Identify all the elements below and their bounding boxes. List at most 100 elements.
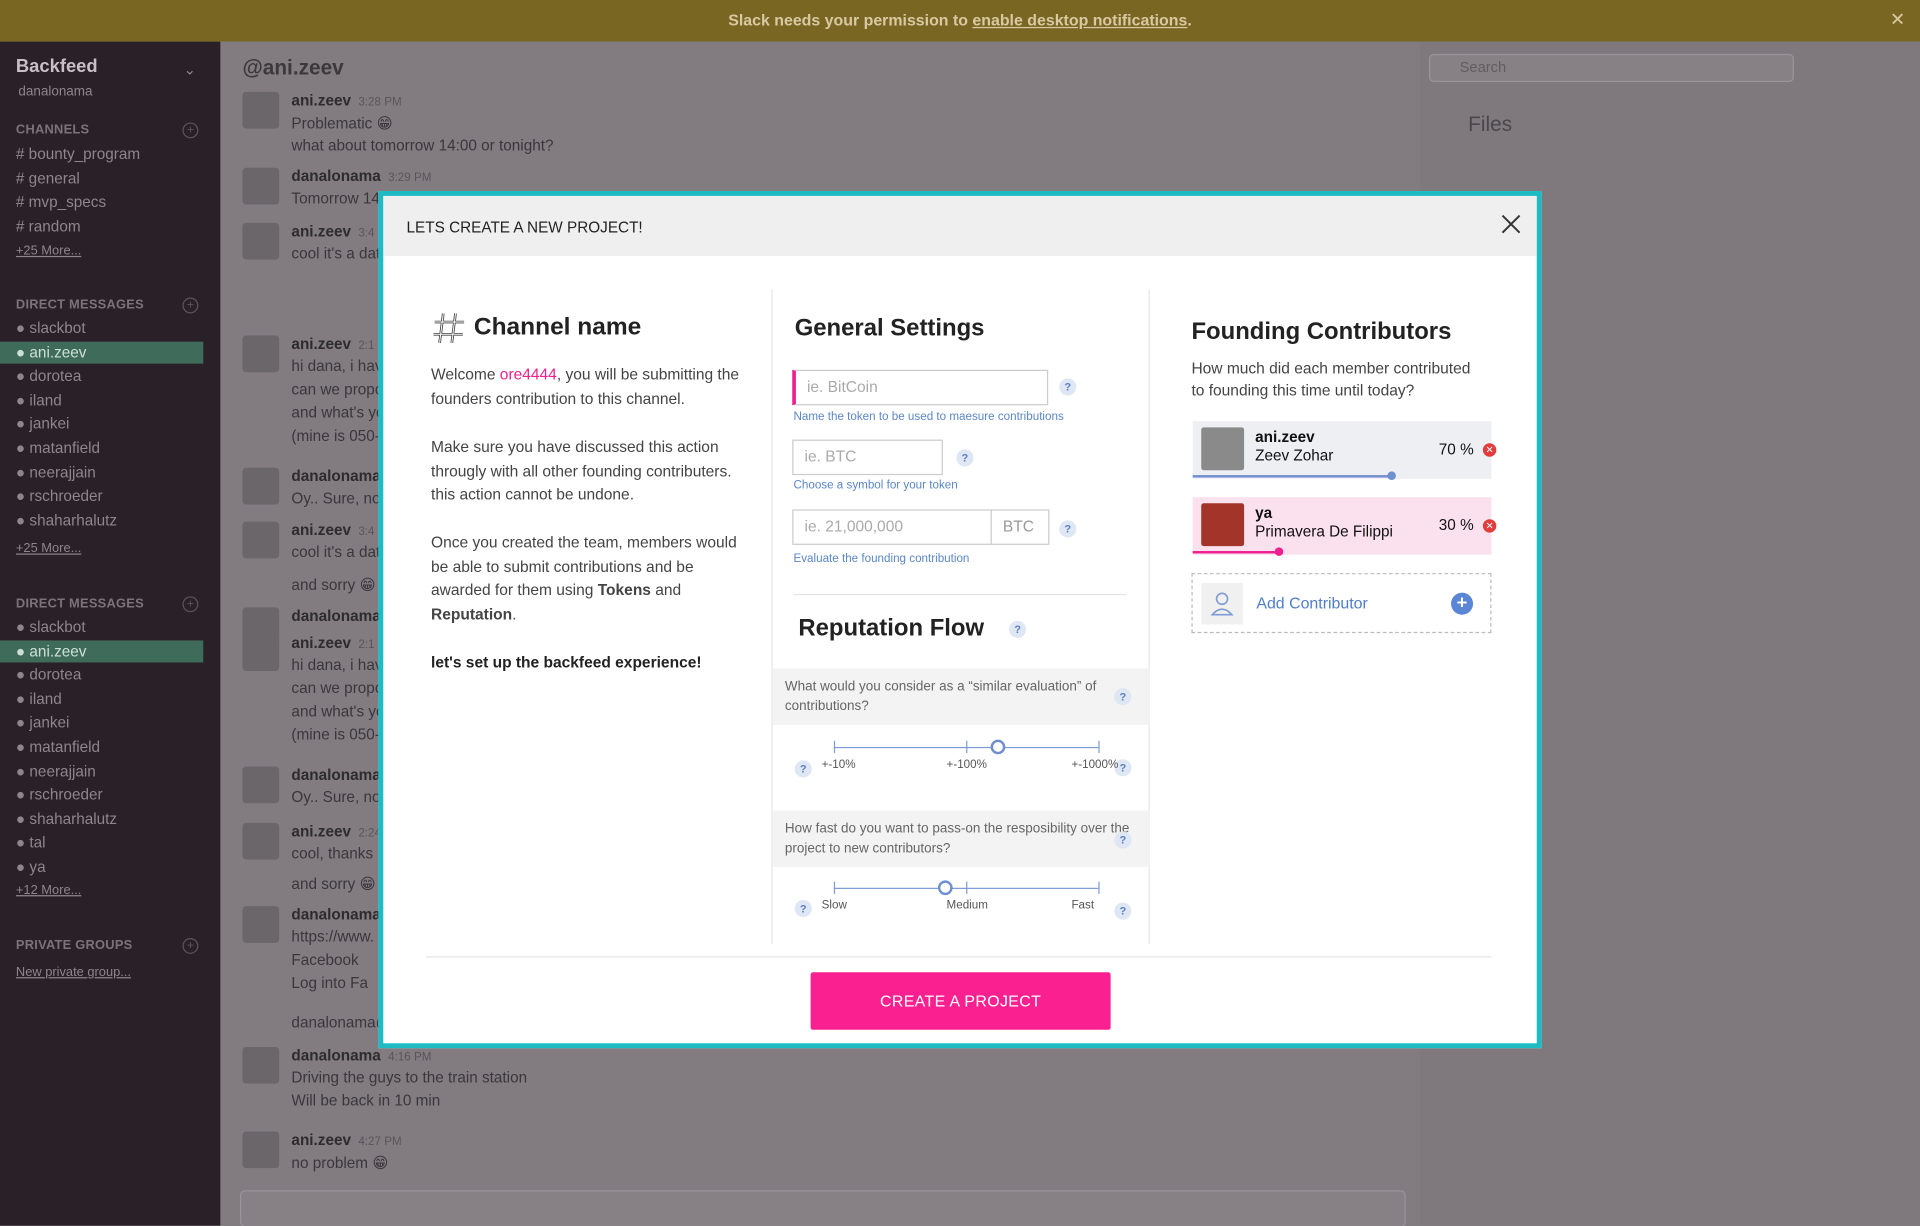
- message-line: Log into Fa: [291, 974, 369, 992]
- avatar[interactable]: [242, 906, 280, 943]
- message-author[interactable]: danalonama 4:16 PM: [291, 1047, 431, 1064]
- message-author[interactable]: ani.zeev 3:4: [291, 223, 374, 240]
- sidebar-dm-jankei[interactable]: ● jankei: [0, 712, 203, 734]
- enable-notifications-link[interactable]: enable desktop notifications: [972, 11, 1187, 29]
- message-input[interactable]: [240, 1190, 1406, 1226]
- slider-tick: [833, 740, 836, 754]
- sidebar-dm-rschroeder[interactable]: ● rschroeder: [0, 784, 203, 806]
- contributor-username: ya: [1255, 504, 1273, 522]
- contribution-bar[interactable]: [1192, 475, 1392, 478]
- sidebar-dm-tal[interactable]: ● tal: [0, 832, 203, 854]
- sidebar-dm-iland[interactable]: ● iland: [0, 688, 203, 710]
- sidebar-dm-matanfield[interactable]: ● matanfield: [0, 736, 203, 758]
- message-author[interactable]: danalonama: [291, 767, 380, 784]
- help-icon[interactable]: ?: [794, 760, 812, 778]
- help-icon[interactable]: ?: [956, 449, 974, 467]
- add-dm-icon-2[interactable]: +: [182, 596, 199, 613]
- sidebar-dm-dorotea[interactable]: ● dorotea: [0, 365, 203, 387]
- avatar[interactable]: [242, 222, 280, 260]
- avatar[interactable]: [242, 766, 280, 804]
- token-symbol-input[interactable]: ie. BTC: [792, 439, 943, 476]
- sidebar-dm-slackbot[interactable]: ● slackbot: [0, 317, 203, 339]
- slider-label: +-100%: [946, 757, 987, 772]
- message-author[interactable]: ani.zeev 2:1: [291, 634, 374, 651]
- message-author[interactable]: danalonama: [291, 906, 380, 923]
- message-author[interactable]: ani.zeev 2:24: [291, 823, 381, 840]
- sidebar-channel-bounty_program[interactable]: # bounty_program: [0, 143, 203, 165]
- sidebar-dm-shaharhalutz[interactable]: ● shaharhalutz: [0, 808, 203, 830]
- contribution-bar[interactable]: [1192, 551, 1278, 554]
- founding-amount-input[interactable]: ie. 21,000,000: [792, 509, 992, 545]
- message-author[interactable]: danalonama: [291, 468, 380, 485]
- message-time: 3:29 PM: [388, 171, 432, 185]
- sidebar-dm-neerajjain[interactable]: ● neerajjain: [0, 760, 203, 782]
- symbol-hint: Choose a symbol for your token: [793, 478, 958, 493]
- remove-contributor-icon[interactable]: ✕: [1482, 519, 1497, 533]
- sidebar-dm-slackbot[interactable]: ● slackbot: [0, 616, 203, 638]
- new-private-group-link[interactable]: New private group...: [16, 965, 131, 980]
- chevron-down-icon[interactable]: ⌄: [184, 61, 196, 78]
- help-icon[interactable]: ?: [1059, 378, 1077, 396]
- message-author[interactable]: ani.zeev 3:4: [291, 522, 374, 539]
- dm-more-link[interactable]: +12 More...: [16, 883, 81, 898]
- sidebar-dm-rschroeder[interactable]: ● rschroeder: [0, 485, 203, 507]
- sidebar-channel-general[interactable]: # general: [0, 167, 203, 189]
- message-author[interactable]: ani.zeev 3:28 PM: [291, 92, 401, 109]
- add-contributor-button[interactable]: Add Contributor +: [1191, 573, 1492, 634]
- avatar[interactable]: [242, 167, 280, 205]
- message-line: https://www.: [291, 928, 374, 946]
- channel-title[interactable]: @ani.zeev: [242, 56, 343, 80]
- avatar[interactable]: [242, 91, 280, 129]
- dm-header-2[interactable]: DIRECT MESSAGES: [16, 596, 144, 611]
- remove-contributor-icon[interactable]: ✕: [1482, 443, 1497, 457]
- amount-suffix: BTC: [990, 509, 1050, 545]
- slider-handle[interactable]: [937, 880, 953, 896]
- sidebar-dm-neerajjain[interactable]: ● neerajjain: [0, 461, 203, 483]
- close-icon[interactable]: ✕: [1890, 0, 1905, 42]
- contribution-handle[interactable]: [1274, 547, 1283, 556]
- slider-handle[interactable]: [990, 739, 1006, 755]
- sidebar-dm-shaharhalutz[interactable]: ● shaharhalutz: [0, 509, 203, 531]
- help-icon[interactable]: ?: [794, 900, 812, 918]
- channels-header[interactable]: CHANNELS: [16, 122, 89, 137]
- avatar[interactable]: [242, 1046, 280, 1084]
- sidebar-dm-ya[interactable]: ● ya: [0, 856, 203, 878]
- add-group-icon[interactable]: +: [182, 937, 199, 954]
- help-icon[interactable]: ?: [1114, 831, 1132, 849]
- channels-more-link[interactable]: +25 More...: [16, 244, 81, 259]
- message-author[interactable]: ani.zeev 4:27 PM: [291, 1131, 401, 1148]
- help-icon[interactable]: ?: [1008, 620, 1027, 638]
- contribution-percent[interactable]: 70 %: [1439, 441, 1474, 458]
- avatar[interactable]: [242, 822, 280, 860]
- help-icon[interactable]: ?: [1114, 902, 1132, 920]
- team-name[interactable]: Backfeed: [16, 56, 98, 77]
- avatar[interactable]: [242, 521, 280, 559]
- sidebar-channel-mvp_specs[interactable]: # mvp_specs: [0, 191, 203, 213]
- dm-more-link-top[interactable]: +25 More...: [16, 541, 81, 556]
- help-icon[interactable]: ?: [1114, 688, 1132, 706]
- sidebar-channel-random[interactable]: # random: [0, 215, 203, 237]
- message-author[interactable]: danalonama: [291, 607, 380, 624]
- close-icon[interactable]: [1496, 209, 1525, 238]
- add-channel-icon[interactable]: +: [182, 122, 199, 139]
- avatar[interactable]: [242, 467, 280, 505]
- sidebar-dm-matanfield[interactable]: ● matanfield: [0, 437, 203, 459]
- private-groups-header[interactable]: PRIVATE GROUPS: [16, 938, 133, 953]
- sidebar-dm-jankei[interactable]: ● jankei: [0, 413, 203, 435]
- contribution-percent[interactable]: 30 %: [1439, 517, 1474, 534]
- avatar[interactable]: [242, 634, 280, 672]
- search-input[interactable]: Search: [1428, 53, 1794, 83]
- token-name-input[interactable]: ie. BitCoin: [792, 369, 1049, 406]
- sidebar-dm-ani.zeev[interactable]: ● ani.zeev: [0, 341, 204, 364]
- message-author[interactable]: ani.zeev 2:1: [291, 336, 374, 353]
- dm-header[interactable]: DIRECT MESSAGES: [16, 298, 144, 313]
- sidebar-dm-dorotea[interactable]: ● dorotea: [0, 664, 203, 686]
- add-dm-icon[interactable]: +: [182, 297, 199, 314]
- message-author[interactable]: danalonama 3:29 PM: [291, 168, 431, 185]
- sidebar-dm-iland[interactable]: ● iland: [0, 389, 203, 411]
- sidebar-dm-ani.zeev[interactable]: ● ani.zeev: [0, 639, 204, 662]
- avatar[interactable]: [242, 335, 280, 373]
- avatar[interactable]: [242, 1131, 280, 1169]
- help-icon[interactable]: ?: [1059, 520, 1077, 538]
- create-project-button[interactable]: CREATE A PROJECT: [810, 972, 1111, 1030]
